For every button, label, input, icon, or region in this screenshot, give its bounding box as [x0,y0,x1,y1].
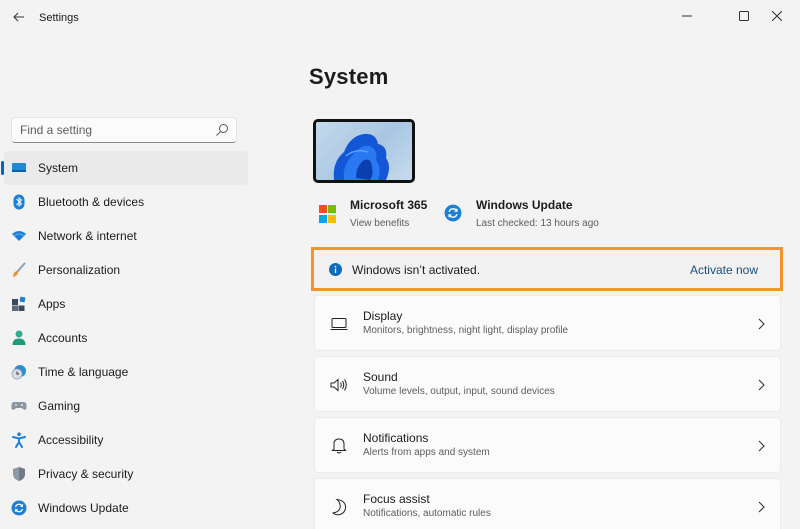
sidebar-item-personalization[interactable]: Personalization [4,253,248,287]
card-title: Sound [363,370,398,384]
arrow-left-icon [13,12,24,22]
search-input[interactable] [20,122,210,138]
sidebar-item-label: Network & internet [38,229,137,243]
chevron-right-icon [758,379,765,391]
card-subtitle: Volume levels, output, input, sound devi… [363,386,555,397]
quick-link-subtitle: Last checked: 13 hours ago [476,218,599,229]
display-icon [329,314,349,334]
chevron-right-icon [758,440,765,452]
sidebar-item-bluetooth[interactable]: Bluetooth & devices [4,185,248,219]
close-button[interactable] [754,0,800,32]
chevron-right-icon [758,318,765,330]
sidebar-item-network[interactable]: Network & internet [4,219,248,253]
settings-card-notifications[interactable]: Notifications Alerts from apps and syste… [314,417,781,473]
sidebar-item-label: Time & language [38,365,129,379]
sidebar-item-privacy-security[interactable]: Privacy & security [4,457,248,491]
sidebar-item-time-language[interactable]: Time & language [4,355,248,389]
device-image [313,119,415,183]
sidebar-item-label: Apps [38,297,66,311]
quick-link-title: Windows Update [476,198,573,212]
sidebar-item-accessibility[interactable]: Accessibility [4,423,248,457]
device-wallpaper [316,122,412,180]
banner-message: Windows isn’t activated. [352,263,481,277]
search-box[interactable] [11,117,237,143]
windows-update-icon [444,204,462,222]
accessibility-icon [11,432,27,448]
back-button[interactable] [8,6,30,28]
sidebar-item-label: Windows Update [38,501,129,515]
sidebar-item-label: Accounts [38,331,88,345]
quick-link-subtitle: View benefits [350,218,410,229]
windows-update-icon [11,500,27,516]
card-subtitle: Monitors, brightness, night light, displ… [363,325,569,336]
card-subtitle: Notifications, automatic rules [363,508,491,519]
card-subtitle: Alerts from apps and system [363,447,490,458]
activate-now-link[interactable]: Activate now [690,263,758,277]
moon-icon [329,497,349,517]
card-title: Notifications [363,431,429,445]
chevron-right-icon [758,501,765,513]
active-indicator [1,161,4,175]
settings-card-focus-assist[interactable]: Focus assist Notifications, automatic ru… [314,478,781,529]
person-icon [11,330,27,346]
settings-card-display[interactable]: Display Monitors, brightness, night ligh… [314,295,781,351]
bell-icon [329,436,349,456]
settings-card-sound[interactable]: Sound Volume levels, output, input, soun… [314,356,781,412]
speaker-icon [329,375,349,395]
maximize-icon [739,11,749,21]
sidebar-item-label: Privacy & security [38,467,134,481]
system-monitor-icon [11,160,27,176]
sidebar-item-apps[interactable]: Apps [4,287,248,321]
sidebar-item-accounts[interactable]: Accounts [4,321,248,355]
quick-link-title: Microsoft 365 [350,198,428,212]
sidebar-item-gaming[interactable]: Gaming [4,389,248,423]
card-title: Focus assist [363,492,430,506]
gamepad-icon [11,398,27,414]
sidebar-item-label: System [38,161,79,175]
apps-icon [11,296,27,312]
paintbrush-icon [11,262,27,278]
activation-banner: Windows isn’t activated. Activate now [311,247,783,291]
page-title: System [309,64,389,89]
sidebar-item-system[interactable]: System [1,151,248,185]
sidebar-item-label: Personalization [38,263,121,277]
app-title: Settings [39,12,79,24]
search-icon[interactable] [215,123,229,137]
sidebar-item-label: Bluetooth & devices [38,195,145,209]
wifi-icon [11,228,27,244]
info-icon [329,263,342,276]
close-icon [772,11,782,21]
clock-globe-icon [11,364,27,380]
sidebar-item-label: Accessibility [38,433,104,447]
sidebar-item-windows-update[interactable]: Windows Update [4,491,248,525]
shield-icon [11,466,27,482]
bluetooth-icon [11,194,27,210]
title-bar: Settings [0,0,800,36]
minimize-icon [682,15,692,17]
card-title: Display [363,309,403,323]
minimize-button[interactable] [664,0,710,32]
sidebar-item-label: Gaming [38,399,81,413]
sidebar-nav: System Bluetooth & devices Network & int… [0,151,248,525]
microsoft-logo-icon [319,205,337,223]
